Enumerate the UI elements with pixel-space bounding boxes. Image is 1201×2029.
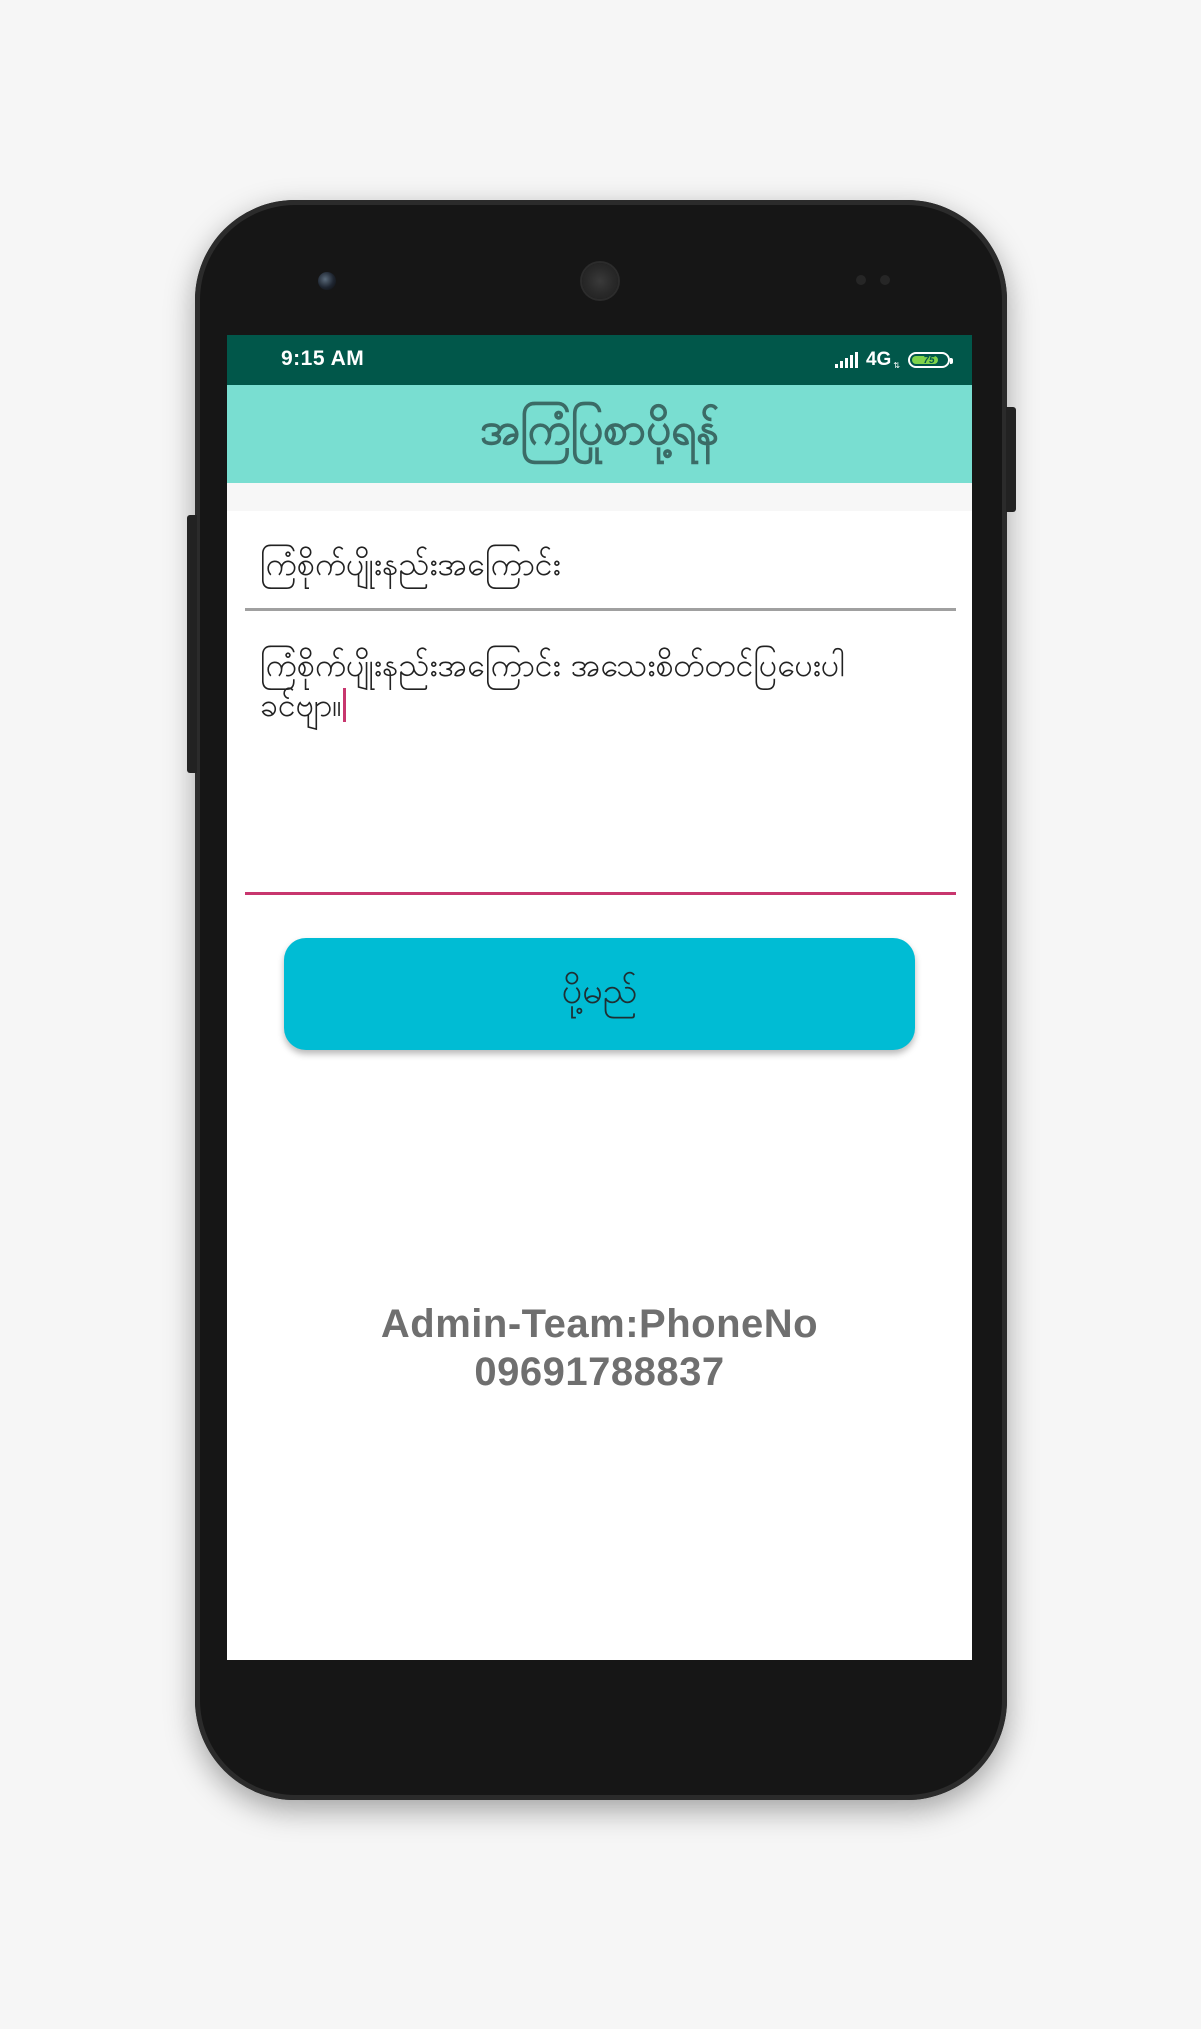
message-text: ကြံစိုက်ပျိုးနည်းအကြောင်း အသေးစိတ်တင်ပြပ… bbox=[260, 646, 845, 724]
subject-input-value: ကြံစိုက်ပျိုးနည်းအကြောင်း bbox=[260, 545, 561, 583]
battery-icon: 75 bbox=[908, 352, 953, 368]
earpiece-speaker bbox=[582, 263, 618, 299]
subject-input[interactable]: ကြံစိုက်ပျိုးနည်းအကြောင်း bbox=[245, 511, 956, 611]
volume-button bbox=[187, 515, 197, 773]
app-bar: အကြံပြုစာပို့ရန် bbox=[227, 385, 972, 483]
network-type: 4G bbox=[865, 349, 892, 370]
page-title: အကြံပြုစာပို့ရန် bbox=[479, 404, 720, 455]
data-activity-icon: ⇅ bbox=[893, 360, 900, 370]
send-button-label: ပို့မည် bbox=[561, 971, 638, 1012]
admin-phone-number: 09691788837 bbox=[474, 1350, 725, 1394]
status-bar: 9:15 AM 4G ⇅ 75 bbox=[227, 335, 972, 385]
power-button bbox=[1006, 407, 1016, 512]
light-sensor bbox=[880, 275, 890, 285]
battery-level: 75 bbox=[923, 354, 935, 366]
admin-contact: Admin-Team:PhoneNo 09691788837 bbox=[227, 1300, 972, 1396]
proximity-sensor bbox=[856, 275, 866, 285]
app-bar-shadow bbox=[227, 483, 972, 511]
battery-tip bbox=[950, 358, 953, 364]
message-textarea-value: ကြံစိုက်ပျိုးနည်းအကြောင်း အသေးစိတ်တင်ပြပ… bbox=[260, 645, 920, 725]
admin-label: Admin-Team:PhoneNo bbox=[380, 1302, 819, 1346]
send-button[interactable]: ပို့မည် bbox=[284, 938, 915, 1050]
app-screen: 9:15 AM 4G ⇅ 75 အကြံပြုစာပို့ရန် ကြံစိုက… bbox=[227, 335, 972, 1660]
status-time: 9:15 AM bbox=[281, 347, 365, 370]
message-textarea[interactable]: ကြံစိုက်ပျိုးနည်းအကြောင်း အသေးစိတ်တင်ပြပ… bbox=[245, 645, 956, 895]
text-cursor bbox=[342, 688, 346, 722]
signal-icon bbox=[834, 352, 858, 368]
status-indicators: 4G ⇅ 75 bbox=[834, 347, 953, 373]
front-camera bbox=[318, 272, 336, 290]
